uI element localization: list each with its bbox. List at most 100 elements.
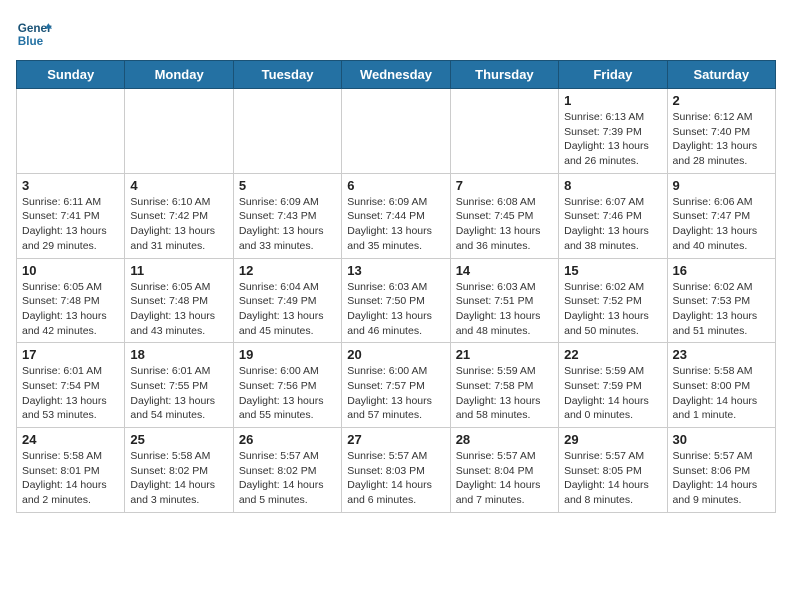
calendar-cell: 1 Sunrise: 6:13 AM Sunset: 7:39 PM Daylig… [559,89,667,174]
cell-content: Sunrise: 6:05 AM Sunset: 7:48 PM Dayligh… [130,280,227,339]
day-header-tuesday: Tuesday [233,61,341,89]
cell-content: Sunrise: 5:57 AM Sunset: 8:06 PM Dayligh… [673,449,770,508]
calendar-cell: 16 Sunrise: 6:02 AM Sunset: 7:53 PM Dayli… [667,258,775,343]
day-number: 23 [673,347,770,362]
days-of-week-row: SundayMondayTuesdayWednesdayThursdayFrid… [17,61,776,89]
day-number: 22 [564,347,661,362]
calendar-cell: 14 Sunrise: 6:03 AM Sunset: 7:51 PM Dayli… [450,258,558,343]
cell-content: Sunrise: 6:06 AM Sunset: 7:47 PM Dayligh… [673,195,770,254]
day-header-friday: Friday [559,61,667,89]
cell-content: Sunrise: 5:59 AM Sunset: 7:58 PM Dayligh… [456,364,553,423]
cell-content: Sunrise: 6:02 AM Sunset: 7:53 PM Dayligh… [673,280,770,339]
week-row-2: 3 Sunrise: 6:11 AM Sunset: 7:41 PM Daylig… [17,173,776,258]
day-number: 13 [347,263,444,278]
cell-content: Sunrise: 6:07 AM Sunset: 7:46 PM Dayligh… [564,195,661,254]
day-number: 12 [239,263,336,278]
day-number: 30 [673,432,770,447]
calendar-cell [342,89,450,174]
calendar-cell: 12 Sunrise: 6:04 AM Sunset: 7:49 PM Dayli… [233,258,341,343]
day-number: 26 [239,432,336,447]
cell-content: Sunrise: 6:00 AM Sunset: 7:57 PM Dayligh… [347,364,444,423]
day-number: 10 [22,263,119,278]
calendar-cell: 27 Sunrise: 5:57 AM Sunset: 8:03 PM Dayli… [342,428,450,513]
calendar-cell: 19 Sunrise: 6:00 AM Sunset: 7:56 PM Dayli… [233,343,341,428]
day-number: 17 [22,347,119,362]
day-number: 11 [130,263,227,278]
cell-content: Sunrise: 5:57 AM Sunset: 8:05 PM Dayligh… [564,449,661,508]
calendar-cell: 6Sunrise: 6:09 AM Sunset: 7:44 PM Daylig… [342,173,450,258]
svg-text:General: General [18,22,52,35]
calendar-cell: 3 Sunrise: 6:11 AM Sunset: 7:41 PM Daylig… [17,173,125,258]
calendar-cell: 23 Sunrise: 5:58 AM Sunset: 8:00 PM Dayli… [667,343,775,428]
calendar-cell [233,89,341,174]
calendar-cell [125,89,233,174]
day-number: 18 [130,347,227,362]
day-number: 9 [673,178,770,193]
calendar-cell: 15Sunrise: 6:02 AM Sunset: 7:52 PM Dayli… [559,258,667,343]
cell-content: Sunrise: 5:58 AM Sunset: 8:01 PM Dayligh… [22,449,119,508]
calendar-cell [17,89,125,174]
day-number: 21 [456,347,553,362]
day-number: 27 [347,432,444,447]
calendar-cell: 11 Sunrise: 6:05 AM Sunset: 7:48 PM Dayli… [125,258,233,343]
logo: General Blue [16,16,52,52]
calendar-cell: 10 Sunrise: 6:05 AM Sunset: 7:48 PM Dayli… [17,258,125,343]
day-number: 28 [456,432,553,447]
calendar-cell: 18 Sunrise: 6:01 AM Sunset: 7:55 PM Dayli… [125,343,233,428]
day-number: 19 [239,347,336,362]
day-number: 3 [22,178,119,193]
calendar-cell: 17 Sunrise: 6:01 AM Sunset: 7:54 PM Dayli… [17,343,125,428]
day-number: 8 [564,178,661,193]
cell-content: Sunrise: 5:57 AM Sunset: 8:02 PM Dayligh… [239,449,336,508]
day-number: 14 [456,263,553,278]
day-number: 25 [130,432,227,447]
day-number: 1 [564,93,661,108]
cell-content: Sunrise: 6:04 AM Sunset: 7:49 PM Dayligh… [239,280,336,339]
cell-content: Sunrise: 5:58 AM Sunset: 8:00 PM Dayligh… [673,364,770,423]
cell-content: Sunrise: 6:02 AM Sunset: 7:52 PM Dayligh… [564,280,661,339]
calendar-cell: 25Sunrise: 5:58 AM Sunset: 8:02 PM Dayli… [125,428,233,513]
day-header-wednesday: Wednesday [342,61,450,89]
cell-content: Sunrise: 6:09 AM Sunset: 7:43 PM Dayligh… [239,195,336,254]
calendar-cell: 26 Sunrise: 5:57 AM Sunset: 8:02 PM Dayli… [233,428,341,513]
day-number: 5 [239,178,336,193]
calendar-cell: 5 Sunrise: 6:09 AM Sunset: 7:43 PM Daylig… [233,173,341,258]
day-number: 29 [564,432,661,447]
calendar-cell: 30 Sunrise: 5:57 AM Sunset: 8:06 PM Dayli… [667,428,775,513]
cell-content: Sunrise: 5:57 AM Sunset: 8:03 PM Dayligh… [347,449,444,508]
cell-content: Sunrise: 6:01 AM Sunset: 7:54 PM Dayligh… [22,364,119,423]
calendar-cell: 8 Sunrise: 6:07 AM Sunset: 7:46 PM Daylig… [559,173,667,258]
calendar-cell: 28 Sunrise: 5:57 AM Sunset: 8:04 PM Dayli… [450,428,558,513]
day-number: 20 [347,347,444,362]
week-row-5: 24Sunrise: 5:58 AM Sunset: 8:01 PM Dayli… [17,428,776,513]
day-number: 7 [456,178,553,193]
calendar-cell: 7 Sunrise: 6:08 AM Sunset: 7:45 PM Daylig… [450,173,558,258]
calendar-cell: 9 Sunrise: 6:06 AM Sunset: 7:47 PM Daylig… [667,173,775,258]
day-number: 4 [130,178,227,193]
cell-content: Sunrise: 6:00 AM Sunset: 7:56 PM Dayligh… [239,364,336,423]
cell-content: Sunrise: 6:11 AM Sunset: 7:41 PM Dayligh… [22,195,119,254]
calendar-cell: 20 Sunrise: 6:00 AM Sunset: 7:57 PM Dayli… [342,343,450,428]
day-header-monday: Monday [125,61,233,89]
day-header-sunday: Sunday [17,61,125,89]
calendar-cell: 24Sunrise: 5:58 AM Sunset: 8:01 PM Dayli… [17,428,125,513]
cell-content: Sunrise: 6:08 AM Sunset: 7:45 PM Dayligh… [456,195,553,254]
calendar-cell: 21 Sunrise: 5:59 AM Sunset: 7:58 PM Dayli… [450,343,558,428]
cell-content: Sunrise: 6:10 AM Sunset: 7:42 PM Dayligh… [130,195,227,254]
cell-content: Sunrise: 5:57 AM Sunset: 8:04 PM Dayligh… [456,449,553,508]
day-number: 16 [673,263,770,278]
cell-content: Sunrise: 6:03 AM Sunset: 7:51 PM Dayligh… [456,280,553,339]
day-number: 6 [347,178,444,193]
day-header-thursday: Thursday [450,61,558,89]
week-row-3: 10 Sunrise: 6:05 AM Sunset: 7:48 PM Dayli… [17,258,776,343]
cell-content: Sunrise: 5:59 AM Sunset: 7:59 PM Dayligh… [564,364,661,423]
week-row-4: 17 Sunrise: 6:01 AM Sunset: 7:54 PM Dayli… [17,343,776,428]
cell-content: Sunrise: 6:05 AM Sunset: 7:48 PM Dayligh… [22,280,119,339]
calendar-cell: 2Sunrise: 6:12 AM Sunset: 7:40 PM Daylig… [667,89,775,174]
cell-content: Sunrise: 6:01 AM Sunset: 7:55 PM Dayligh… [130,364,227,423]
cell-content: Sunrise: 6:13 AM Sunset: 7:39 PM Dayligh… [564,110,661,169]
week-row-1: 1 Sunrise: 6:13 AM Sunset: 7:39 PM Daylig… [17,89,776,174]
calendar-cell: 4 Sunrise: 6:10 AM Sunset: 7:42 PM Daylig… [125,173,233,258]
calendar-cell [450,89,558,174]
calendar-cell: 13Sunrise: 6:03 AM Sunset: 7:50 PM Dayli… [342,258,450,343]
